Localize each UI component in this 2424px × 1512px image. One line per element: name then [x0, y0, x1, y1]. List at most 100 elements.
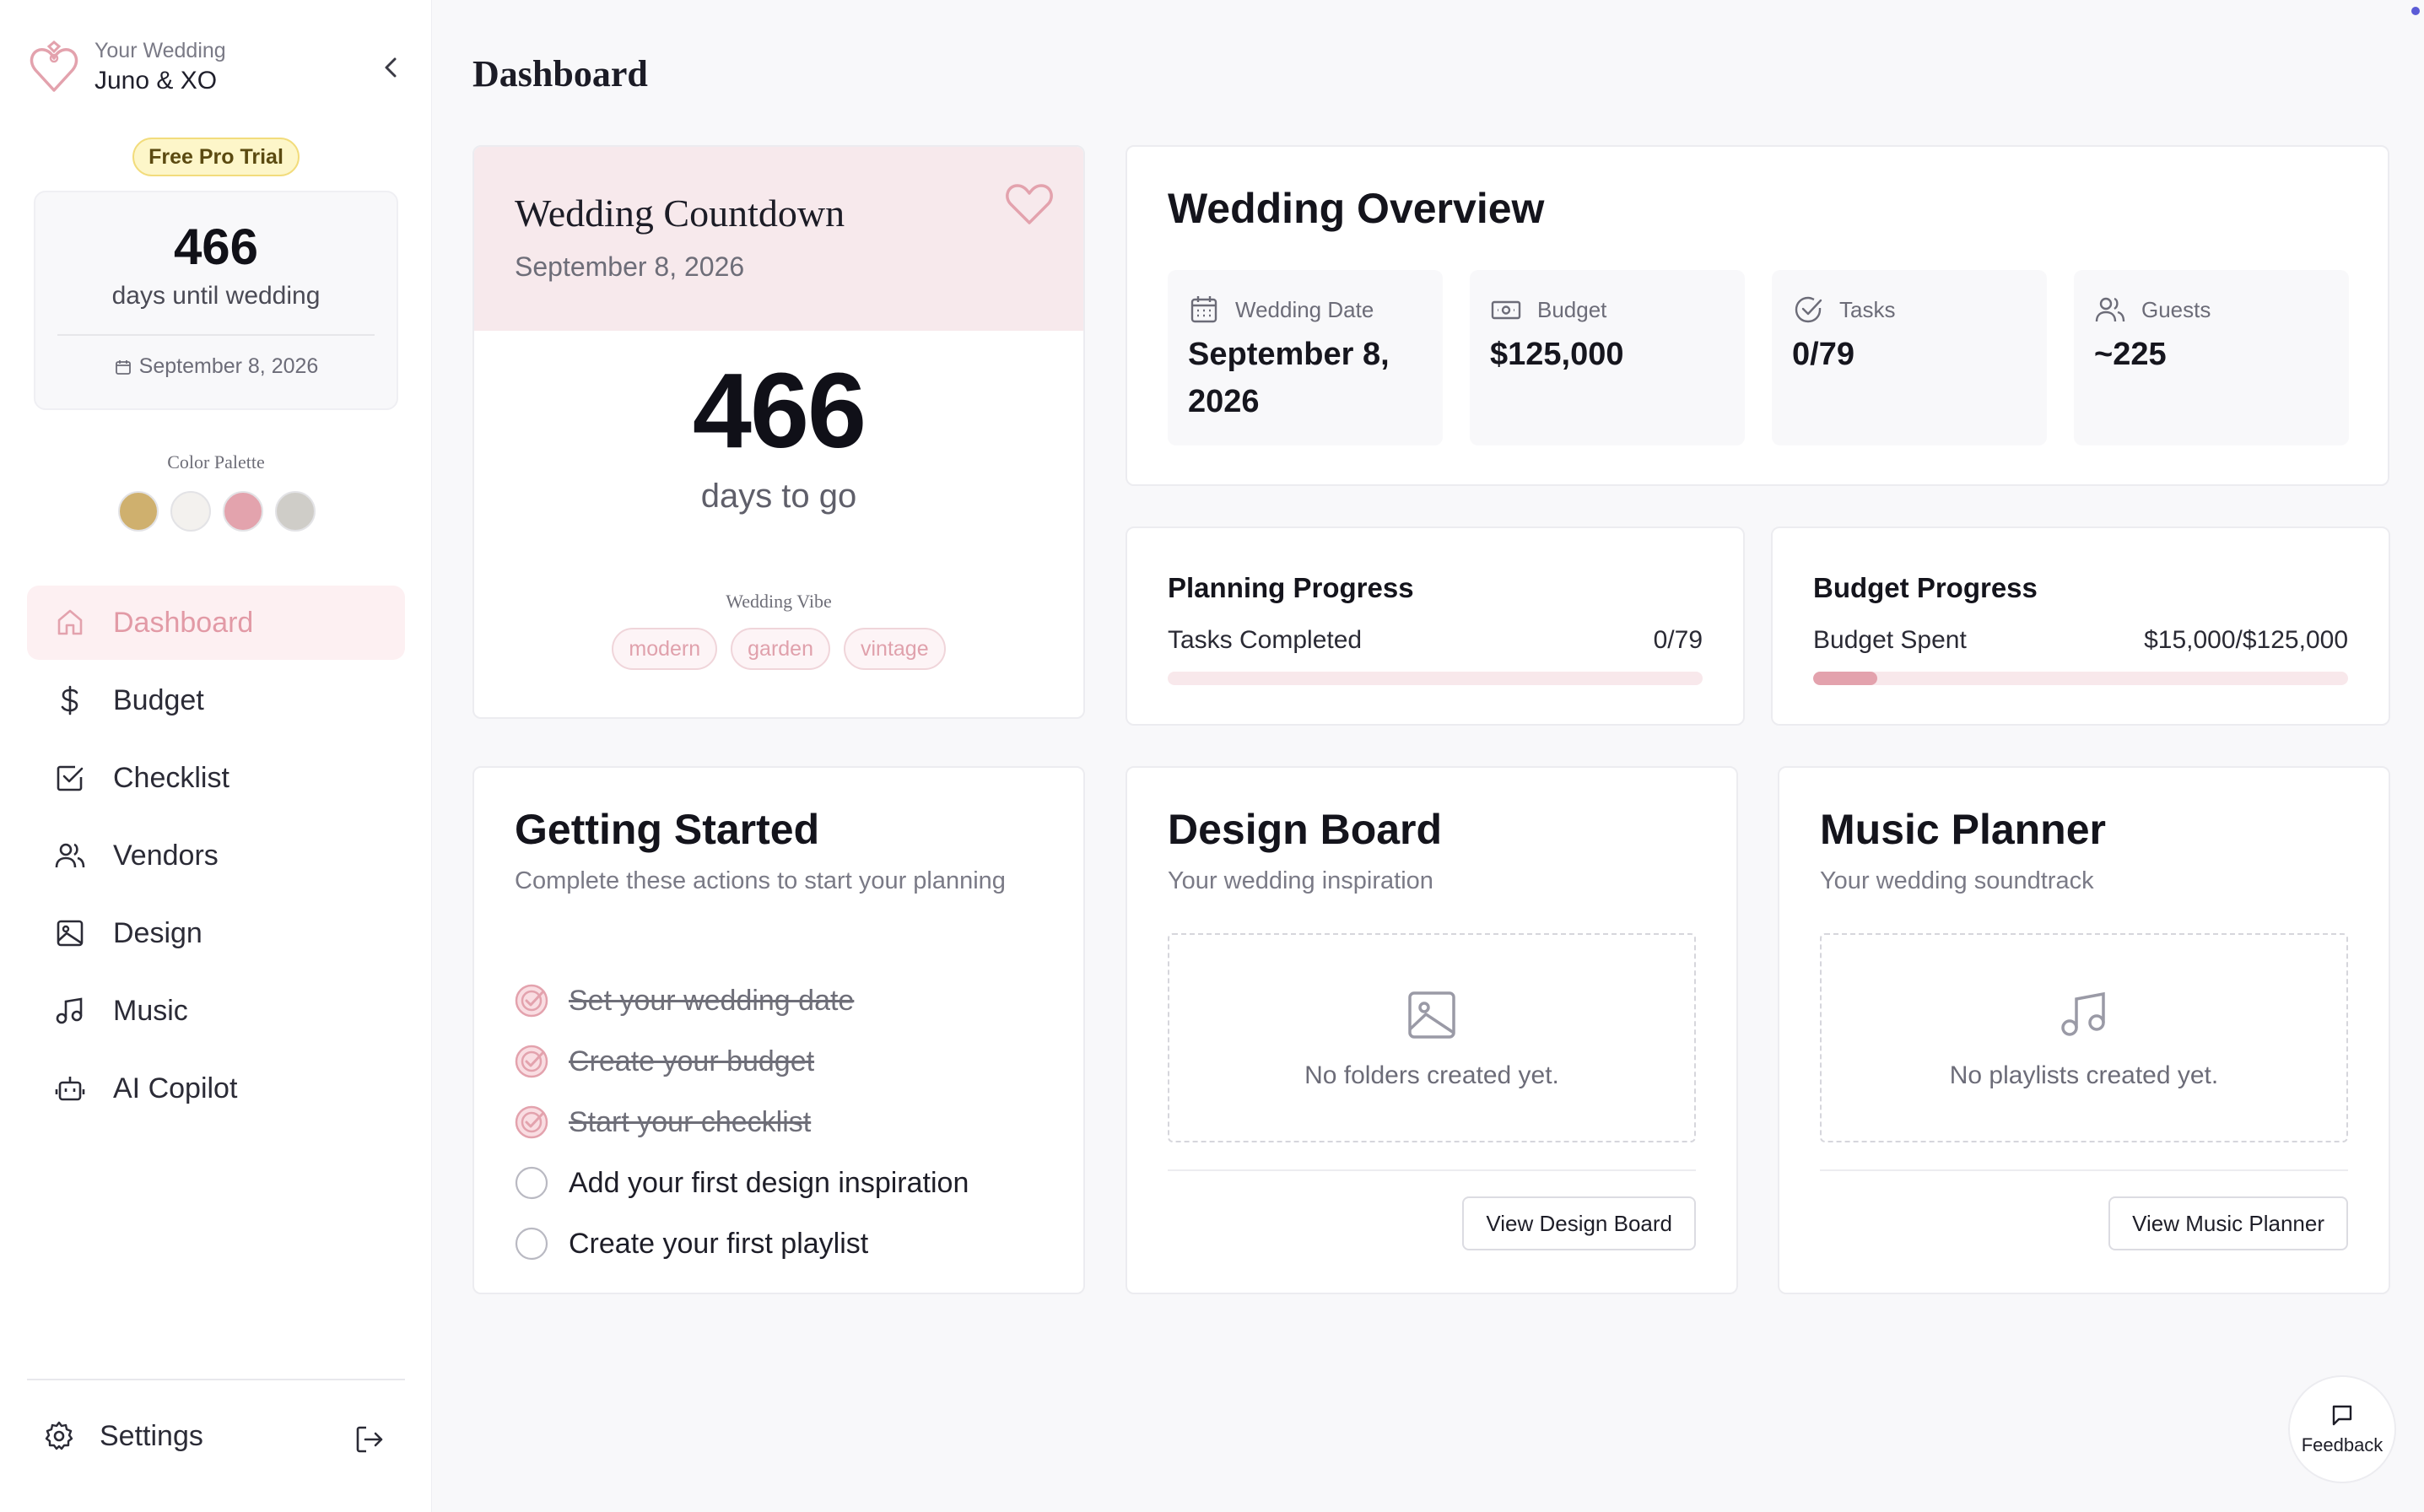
sidebar-item-label: Design [113, 916, 202, 949]
wedding-vibe-label: Wedding Vibe [726, 591, 832, 612]
stat-budget: Budget $125,000 [1470, 270, 1745, 446]
progress-label: Tasks Completed [1168, 626, 1363, 654]
stat-label: Wedding Date [1235, 296, 1374, 322]
image-icon [57, 920, 84, 947]
music-icon [56, 997, 83, 1024]
getting-started-title: Getting Started [515, 806, 820, 853]
check-circle-filled-icon [515, 984, 548, 1018]
stat-guests: Guests ~225 [2074, 270, 2349, 446]
progress-row: Budget Spent $15,000/$125,000 [1813, 626, 2348, 655]
progress-row: Tasks Completed 0/79 [1168, 626, 1703, 655]
bot-icon [55, 1077, 85, 1101]
palette-title: Color Palette [167, 451, 265, 472]
progress-value: $15,000/$125,000 [2144, 626, 2348, 654]
palette-swatch[interactable] [275, 491, 316, 532]
wedding-overview-card: Wedding Overview Wedding Date September … [1126, 145, 2389, 486]
sidebar-item-checklist[interactable]: Checklist [27, 741, 405, 815]
divider [1820, 1169, 2348, 1171]
list-item[interactable]: Create your first playlist [515, 1213, 969, 1274]
view-music-planner-button[interactable]: View Music Planner [2108, 1196, 2348, 1250]
stat-value: ~225 [2094, 337, 2167, 372]
stat-header: Wedding Date [1188, 294, 1374, 326]
page-title: Dashboard [472, 53, 648, 94]
list-item[interactable]: Add your first design inspiration [515, 1153, 969, 1213]
settings-button[interactable]: Settings [42, 1419, 203, 1453]
budget-progress-title: Budget Progress [1813, 572, 2038, 603]
logout-icon[interactable] [353, 1423, 386, 1456]
sidebar-item-budget[interactable]: Budget [27, 663, 405, 737]
status-dot [2411, 7, 2420, 15]
list-item[interactable]: Start your checklist [515, 1092, 969, 1153]
wedding-date: September 8, 2026 [138, 354, 319, 378]
calendar-icon [1190, 296, 1217, 323]
dollar-icon [61, 685, 78, 716]
overview-title: Wedding Overview [1168, 185, 1545, 232]
sidebar-item-dashboard[interactable]: Dashboard [27, 586, 405, 660]
image-icon [1408, 991, 1455, 1039]
design-board-title: Design Board [1168, 806, 1443, 853]
empty-state-text: No folders created yet. [1304, 1061, 1559, 1089]
check-circle-filled-icon [515, 1105, 548, 1139]
color-palette [118, 491, 316, 532]
countdown-title: Wedding Countdown [515, 192, 845, 235]
stat-label: Guests [2141, 296, 2211, 322]
music-planner-subtitle: Your wedding soundtrack [1820, 867, 2094, 894]
list-item[interactable]: Create your budget [515, 1031, 969, 1092]
design-board-card: Design Board Your wedding inspiration No… [1126, 766, 1738, 1294]
sidebar-item-ai-copilot[interactable]: AI Copilot [27, 1051, 405, 1126]
list-item-label: Create your first playlist [569, 1227, 869, 1260]
stat-wedding-date: Wedding Date September 8, 2026 [1168, 270, 1443, 446]
free-trial-badge[interactable]: Free Pro Trial [132, 138, 300, 176]
music-planner-card: Music Planner Your wedding soundtrack No… [1778, 766, 2390, 1294]
check-circle-filled-icon [515, 1045, 548, 1078]
divider [57, 334, 375, 336]
design-board-subtitle: Your wedding inspiration [1168, 867, 1433, 894]
heart-icon[interactable] [1002, 177, 1056, 231]
list-item-label: Start your checklist [569, 1105, 812, 1138]
stat-value: 0/79 [1792, 337, 1854, 372]
wedding-name: Juno & XO [94, 67, 218, 94]
vibe-tag: garden [731, 628, 830, 670]
countdown-days-label: days to go [700, 478, 857, 515]
stat-label: Tasks [1839, 296, 1896, 322]
message-square-icon [2332, 1405, 2352, 1426]
list-item-label: Set your wedding date [569, 984, 855, 1017]
home-icon [57, 609, 83, 635]
planning-progress-title: Planning Progress [1168, 572, 1414, 603]
gear-icon [45, 1421, 73, 1450]
stat-tasks: Tasks 0/79 [1772, 270, 2047, 446]
countdown-days: 466 [692, 351, 866, 470]
list-item-label: Add your first design inspiration [569, 1166, 969, 1199]
getting-started-list: Set your wedding date Create your budget… [515, 970, 969, 1274]
sidebar-countdown: 466 days until wedding September 8, 2026 [34, 191, 398, 410]
sidebar-item-label: Checklist [113, 761, 229, 794]
palette-swatch[interactable] [223, 491, 263, 532]
rings-heart-logo-icon [30, 40, 78, 92]
list-item-label: Create your budget [569, 1045, 815, 1077]
planning-progress-card: Planning Progress Tasks Completed 0/79 [1126, 526, 1745, 726]
countdown-header: Wedding Countdown September 8, 2026 [474, 147, 1083, 331]
sidebar-nav: Dashboard Budget Checklist Vendors Desig… [27, 586, 405, 1129]
sidebar-item-vendors[interactable]: Vendors [27, 818, 405, 893]
palette-swatch[interactable] [118, 491, 159, 532]
stat-value: $125,000 [1490, 337, 1624, 372]
empty-state-text: No playlists created yet. [1949, 1061, 2219, 1089]
users-icon [2095, 297, 2125, 322]
chevron-left-icon[interactable] [376, 52, 407, 83]
palette-swatch[interactable] [170, 491, 211, 532]
sidebar-item-label: Music [113, 994, 188, 1027]
empty-state: No folders created yet. [1168, 933, 1696, 1142]
stat-value: September 8, 2026 [1188, 337, 1390, 419]
view-design-board-button[interactable]: View Design Board [1462, 1196, 1696, 1250]
brand-subtitle: Your Wedding [94, 39, 226, 62]
progress-fill [1813, 672, 1878, 685]
sidebar-item-design[interactable]: Design [27, 896, 405, 970]
checkbox-icon [57, 765, 84, 791]
feedback-button[interactable]: Feedback [2288, 1375, 2396, 1483]
sidebar-item-music[interactable]: Music [27, 974, 405, 1048]
budget-progress-bar [1813, 672, 2348, 685]
getting-started-card: Getting Started Complete these actions t… [472, 766, 1085, 1294]
music-planner-title: Music Planner [1820, 806, 2106, 853]
check-circle-icon [1795, 296, 1822, 323]
list-item[interactable]: Set your wedding date [515, 970, 969, 1031]
